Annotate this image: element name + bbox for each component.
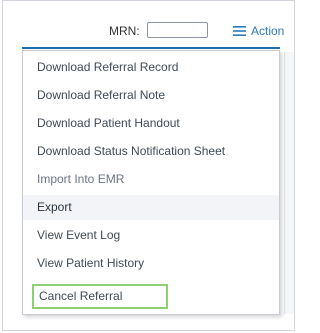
toolbar: MRN: Action: [3, 20, 295, 46]
menu-item-download-referral-note[interactable]: Download Referral Note: [23, 83, 279, 108]
menu-item-export[interactable]: Export: [23, 195, 279, 220]
menu-item-cancel-referral[interactable]: Cancel Referral: [32, 284, 168, 309]
menu-item-download-referral-record[interactable]: Download Referral Record: [23, 55, 279, 80]
menu-item-view-patient-history[interactable]: View Patient History: [23, 251, 279, 276]
menu-item-download-status-notification-sheet[interactable]: Download Status Notification Sheet: [23, 139, 279, 164]
menu-item-view-event-log[interactable]: View Event Log: [23, 223, 279, 248]
menu-item-download-patient-handout[interactable]: Download Patient Handout: [23, 111, 279, 136]
mrn-label: MRN:: [109, 24, 140, 38]
actions-label: Action: [251, 24, 285, 38]
menu-item-import-into-emr[interactable]: Import Into EMR: [23, 167, 279, 192]
mrn-input[interactable]: [147, 22, 208, 38]
actions-dropdown-menu: Download Referral Record Download Referr…: [22, 50, 280, 315]
actions-button[interactable]: Action: [233, 23, 284, 39]
hamburger-menu-icon: [233, 26, 246, 36]
background-scroll-strip: [284, 52, 294, 314]
actions-underline: [22, 47, 280, 49]
